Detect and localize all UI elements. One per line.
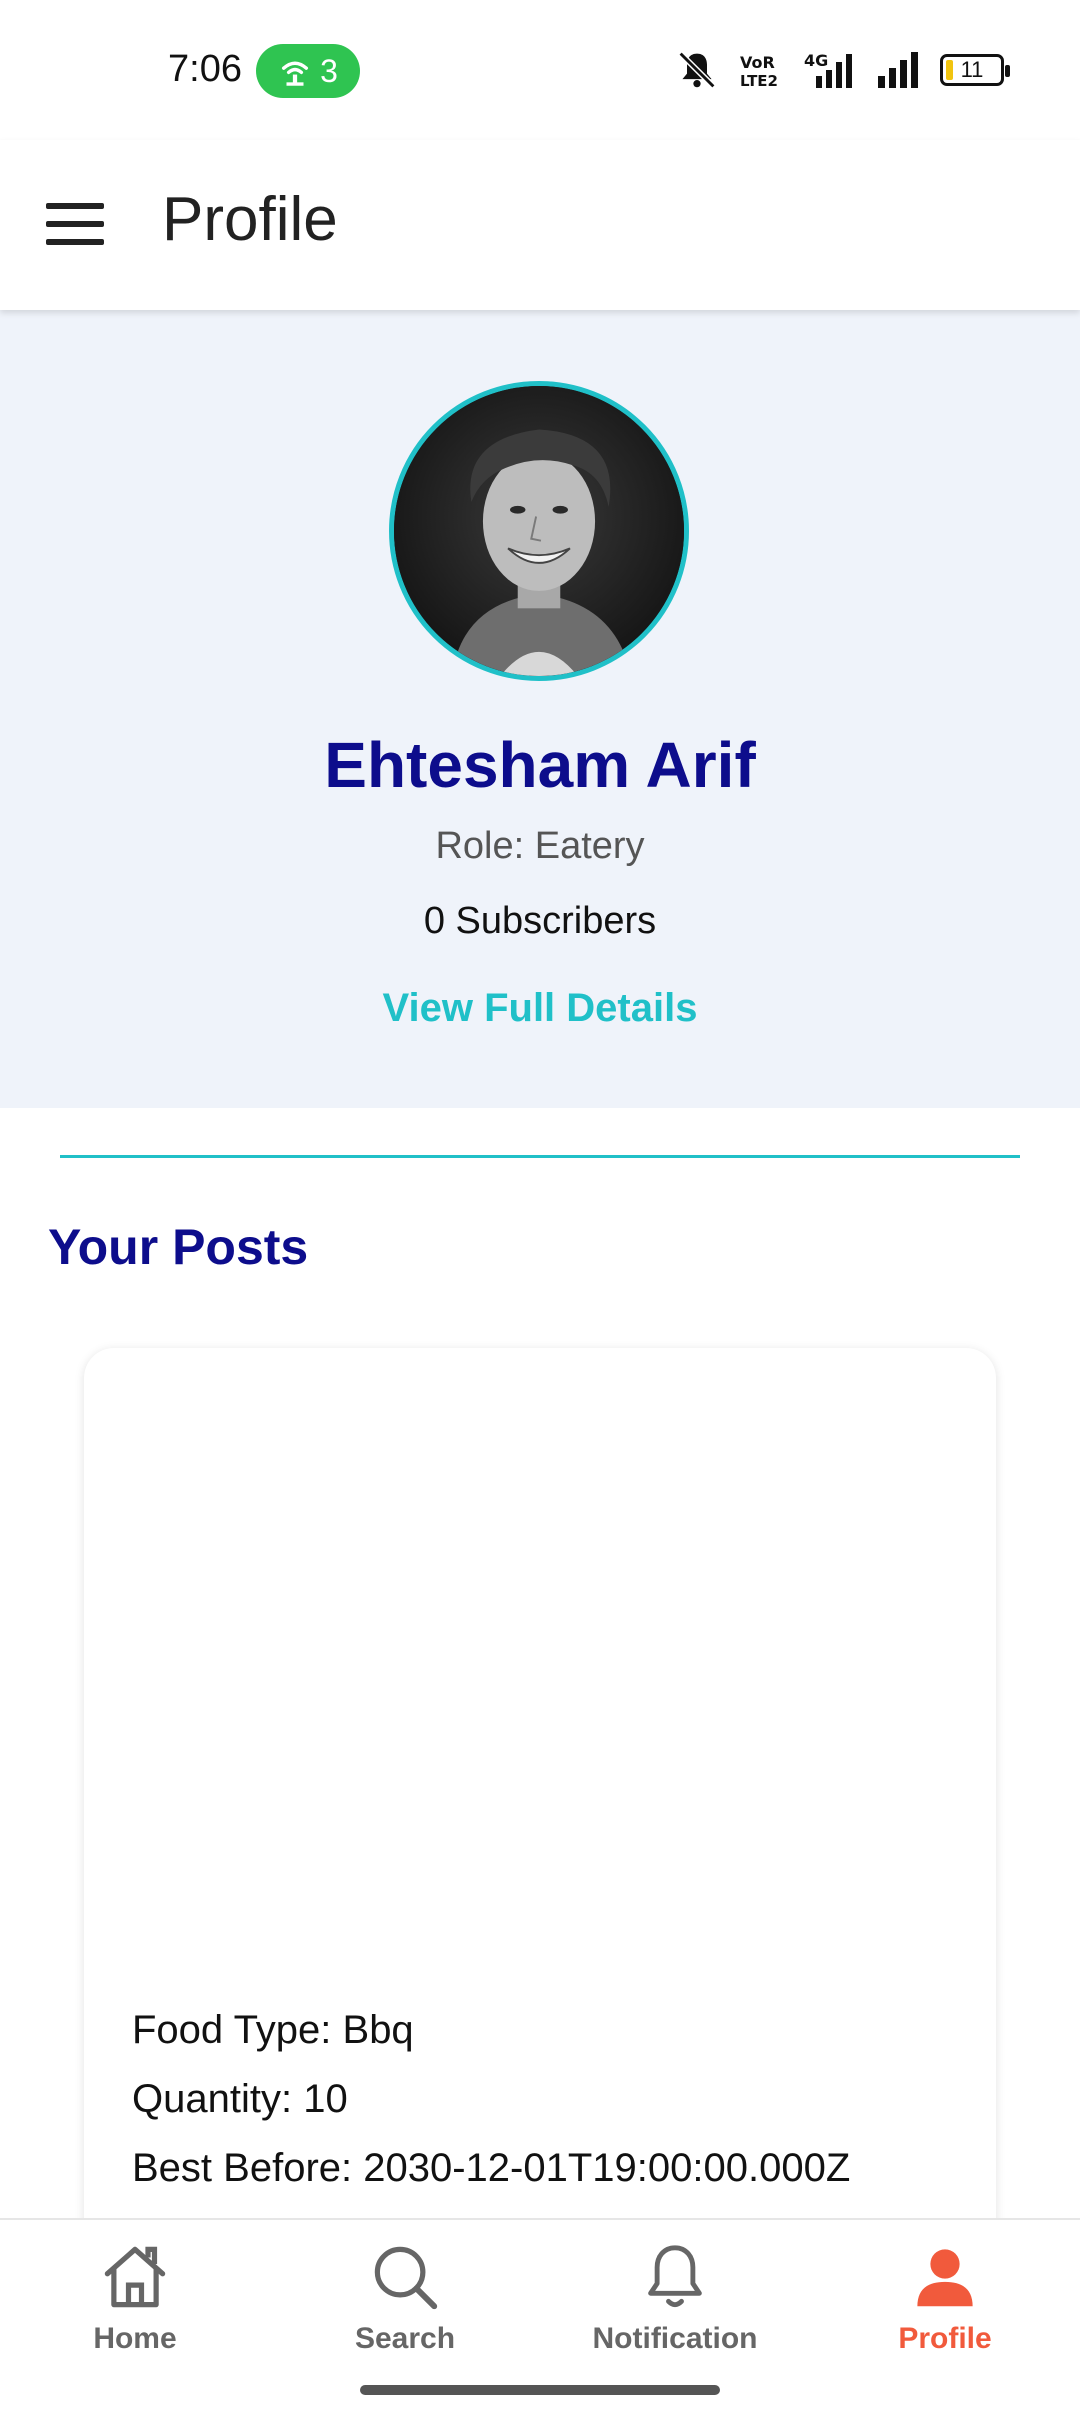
nav-search[interactable]: Search [305, 2238, 505, 2368]
nav-notification[interactable]: Notification [575, 2238, 775, 2368]
status-bar: 7:06 3 VoR LTE2 4G 11 [0, 0, 1080, 140]
svg-text:VoR: VoR [740, 53, 775, 72]
nav-profile[interactable]: Profile [845, 2238, 1045, 2368]
volte-icon: VoR LTE2 [740, 53, 778, 88]
avatar-photo [394, 386, 684, 676]
bell-icon [648, 2245, 702, 2308]
bottom-navigation: Home Search Notification Profile [0, 2218, 1080, 2412]
nav-home[interactable]: Home [35, 2238, 235, 2368]
profile-role: Role: Eatery [435, 825, 645, 867]
section-divider [60, 1155, 1020, 1158]
status-icons: VoR LTE2 4G 11 [674, 50, 1010, 90]
subscriber-count: 0 Subscribers [423, 900, 657, 942]
battery-icon: 11 [940, 54, 1010, 86]
svg-text:4G: 4G [804, 51, 828, 70]
nav-search-label: Search [354, 2322, 456, 2355]
hamburger-menu-icon[interactable] [46, 192, 104, 256]
person-icon [917, 2249, 973, 2307]
home-icon [104, 2246, 166, 2308]
profile-name: Ehtesham Arif [324, 729, 756, 801]
page-title: Profile [162, 185, 338, 254]
status-time: 7:06 [168, 48, 242, 90]
nav-profile-label: Profile [898, 2322, 992, 2355]
profile-header: Ehtesham Arif Role: Eatery 0 Subscribers… [0, 310, 1080, 1108]
signal-4g-icon: 4G [804, 51, 852, 88]
post-best-before: Best Before: 2030-12-01T19:00:00.000Z [132, 2146, 851, 2190]
search-icon [374, 2246, 438, 2310]
signal-bars-icon [878, 52, 918, 88]
app-bar: Profile [0, 140, 1080, 310]
hotspot-indicator: 3 [256, 44, 360, 98]
gesture-handle[interactable] [360, 2385, 720, 2395]
your-posts-heading: Your Posts [48, 1219, 309, 1275]
nav-home-label: Home [93, 2322, 177, 2355]
battery-level: 11 [960, 57, 984, 82]
post-food-type: Food Type: Bbq [132, 2008, 414, 2052]
hotspot-count: 3 [320, 52, 338, 89]
view-full-details-link[interactable]: View Full Details [0, 986, 1080, 1031]
silent-bell-icon [678, 51, 716, 89]
avatar [389, 381, 689, 681]
nav-notification-label: Notification [592, 2322, 758, 2355]
post-image [84, 1348, 996, 1968]
profile-screen: 7:06 3 VoR LTE2 4G 11 Profile Ehtesham A… [0, 0, 1080, 2412]
hotspot-icon [282, 61, 309, 86]
post-card[interactable]: Food Type: Bbq Quantity: 10 Best Before:… [84, 1348, 996, 2248]
svg-text:LTE2: LTE2 [740, 72, 778, 88]
post-quantity: Quantity: 10 [132, 2077, 348, 2121]
